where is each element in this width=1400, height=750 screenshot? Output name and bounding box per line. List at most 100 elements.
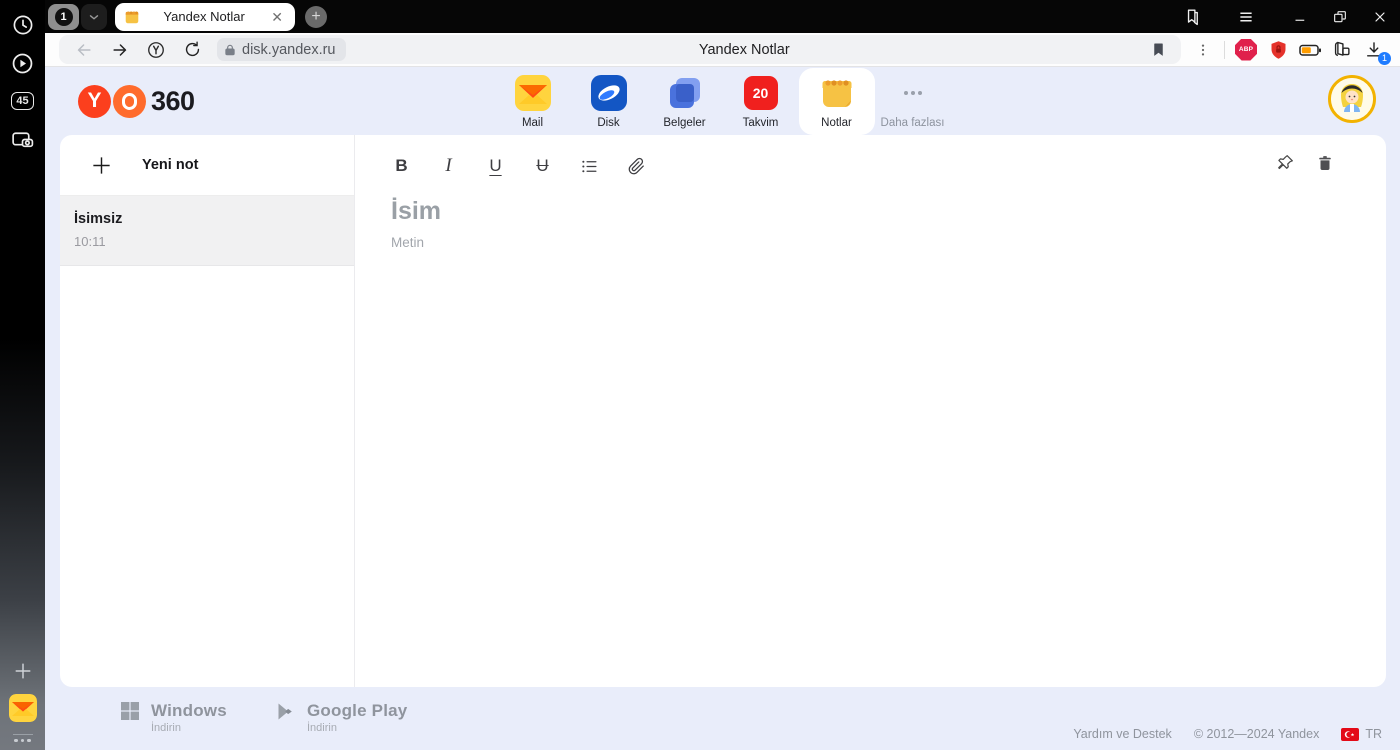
italic-button[interactable]: I bbox=[438, 151, 459, 181]
bold-button[interactable]: B bbox=[391, 151, 412, 181]
notes-list-panel: Yeni not İsimsiz 10:11 bbox=[60, 135, 355, 687]
download-count-badge: 1 bbox=[1378, 51, 1391, 65]
note-title: İsimsiz bbox=[74, 211, 123, 227]
battery-icon[interactable] bbox=[1294, 36, 1326, 64]
windows-download-link[interactable]: Windows İndirin bbox=[120, 701, 227, 734]
tab-counter-button[interactable]: 1 bbox=[48, 3, 79, 30]
help-link[interactable]: Yardım ve Destek bbox=[1073, 727, 1171, 741]
note-actions bbox=[1272, 148, 1338, 178]
service-notlar[interactable]: Notlar bbox=[798, 67, 875, 135]
adblock-extension-icon[interactable]: ABP bbox=[1230, 36, 1262, 64]
mail-app-shortcut-icon[interactable] bbox=[8, 693, 37, 722]
note-time: 10:11 bbox=[74, 234, 106, 249]
calendar-service-icon: 20 bbox=[742, 75, 779, 112]
browser-side-rail: 45 bbox=[0, 0, 45, 750]
yandex-360-logo[interactable]: Y 360 bbox=[78, 84, 195, 118]
service-belgeler[interactable]: Belgeler bbox=[647, 68, 723, 135]
refresh-icon[interactable] bbox=[177, 37, 207, 63]
google-play-download-link[interactable]: Google Play İndirin bbox=[275, 701, 407, 734]
format-toolbar: B I U U bbox=[391, 148, 1358, 184]
underline-button[interactable]: U bbox=[485, 151, 506, 181]
close-window-icon[interactable] bbox=[1360, 0, 1400, 33]
screenshot-icon[interactable] bbox=[8, 124, 38, 154]
tab-group-control: 1 bbox=[48, 3, 107, 30]
window-controls bbox=[1172, 0, 1400, 33]
lock-icon bbox=[225, 44, 235, 55]
strikethrough-button[interactable]: U bbox=[532, 151, 553, 181]
user-avatar[interactable] bbox=[1328, 75, 1376, 123]
browser-menu-icon[interactable] bbox=[1226, 0, 1266, 33]
mail-service-icon bbox=[514, 75, 551, 112]
score-badge[interactable]: 45 bbox=[8, 86, 38, 116]
address-bar-page-title: Yandex Notlar bbox=[698, 41, 790, 58]
browser-toolbar: disk.yandex.ru Yandex Notlar ABP 1 bbox=[45, 33, 1400, 67]
services-nav: Mail Disk Belgeler 20 Takvim Notlar Daha… bbox=[495, 67, 951, 135]
tab-list-chevron-icon[interactable] bbox=[81, 3, 107, 30]
toolbar-extensions: ABP 1 bbox=[1187, 36, 1391, 65]
note-title-input[interactable]: İsim bbox=[391, 197, 1358, 226]
browser-main: 1 Yandex Notlar ✕ + disk.yandex.ru Yande… bbox=[45, 0, 1400, 750]
page-header: Y 360 Mail Disk Belgeler 20 Takvim Notla… bbox=[45, 67, 1400, 135]
language-switcher[interactable]: TR bbox=[1341, 727, 1382, 741]
service-mail[interactable]: Mail bbox=[495, 68, 571, 135]
notes-card: Yeni not İsimsiz 10:11 B I U U İsim Meti… bbox=[60, 135, 1386, 687]
minimize-icon[interactable] bbox=[1280, 0, 1320, 33]
delete-note-icon[interactable] bbox=[1312, 148, 1338, 178]
toolbar-separator bbox=[1224, 40, 1225, 59]
page-footer: Windows İndirin Google Play İndirin Yard… bbox=[45, 687, 1400, 750]
google-play-icon bbox=[278, 703, 292, 720]
pin-note-icon[interactable] bbox=[1272, 148, 1298, 178]
history-icon[interactable] bbox=[8, 10, 38, 40]
service-takvim[interactable]: 20 Takvim bbox=[723, 68, 799, 135]
attach-button[interactable] bbox=[626, 151, 647, 181]
rail-divider bbox=[12, 733, 33, 735]
score-badge-value: 45 bbox=[11, 92, 34, 110]
note-list-item[interactable]: İsimsiz 10:11 bbox=[60, 196, 354, 266]
url-chip[interactable]: disk.yandex.ru bbox=[217, 38, 346, 61]
downloads-icon[interactable]: 1 bbox=[1358, 36, 1391, 65]
turkey-flag-icon bbox=[1341, 727, 1360, 741]
copyright-text: © 2012—2024 Yandex bbox=[1193, 727, 1320, 741]
disk-service-icon bbox=[590, 75, 627, 112]
plus-icon bbox=[93, 156, 110, 174]
yandex-notes-page: Y 360 Mail Disk Belgeler 20 Takvim Notla… bbox=[45, 67, 1400, 750]
notes-service-icon bbox=[818, 75, 855, 112]
footer-links: Yardım ve Destek © 2012—2024 Yandex TR bbox=[1073, 727, 1382, 741]
docs-service-icon bbox=[666, 75, 703, 112]
browser-window: 45 1 Yandex Notlar ✕ + disk.yandex.ru Ya… bbox=[0, 0, 1400, 750]
protect-shield-icon[interactable] bbox=[1262, 36, 1294, 64]
new-note-button[interactable]: Yeni not bbox=[60, 135, 354, 196]
tab-yandex-notlar[interactable]: Yandex Notlar ✕ bbox=[115, 2, 295, 31]
restore-icon[interactable] bbox=[1320, 0, 1360, 33]
rail-more-icon[interactable] bbox=[14, 738, 31, 742]
video-play-icon[interactable] bbox=[8, 48, 38, 78]
yandex-logo-o-icon bbox=[113, 84, 146, 118]
collections-icon[interactable] bbox=[1172, 0, 1212, 33]
url-text: disk.yandex.ru bbox=[242, 41, 336, 58]
note-editor: B I U U İsim Metin bbox=[355, 135, 1386, 687]
content-area: Yeni not İsimsiz 10:11 B I U U İsim Meti… bbox=[45, 135, 1400, 687]
tab-count: 1 bbox=[54, 7, 73, 26]
toolbar-more-icon[interactable] bbox=[1187, 36, 1219, 64]
bookmark-icon[interactable] bbox=[1143, 37, 1173, 63]
address-bar[interactable]: disk.yandex.ru Yandex Notlar bbox=[59, 35, 1181, 64]
logo-360-text: 360 bbox=[151, 85, 195, 116]
note-body-input[interactable]: Metin bbox=[391, 235, 1358, 250]
calendar-day-badge: 20 bbox=[743, 76, 778, 110]
tab-close-icon[interactable]: ✕ bbox=[268, 8, 286, 26]
new-tab-button[interactable]: + bbox=[305, 5, 327, 28]
service-disk[interactable]: Disk bbox=[571, 68, 647, 135]
forward-icon[interactable] bbox=[105, 37, 135, 63]
windows-icon bbox=[121, 702, 139, 720]
back-icon[interactable] bbox=[69, 37, 99, 63]
cards-icon[interactable] bbox=[1326, 36, 1358, 64]
tab-title: Yandex Notlar bbox=[163, 9, 245, 24]
list-button[interactable] bbox=[579, 151, 600, 181]
more-services-icon bbox=[894, 75, 931, 112]
service-more[interactable]: Daha fazlası bbox=[875, 68, 951, 135]
yandex-logo-y-icon: Y bbox=[78, 84, 111, 118]
yandex-button-icon[interactable] bbox=[141, 37, 171, 63]
tab-strip: 1 Yandex Notlar ✕ + bbox=[45, 0, 1400, 33]
add-panel-icon[interactable] bbox=[8, 656, 38, 686]
tab-favicon-notes bbox=[125, 10, 139, 23]
